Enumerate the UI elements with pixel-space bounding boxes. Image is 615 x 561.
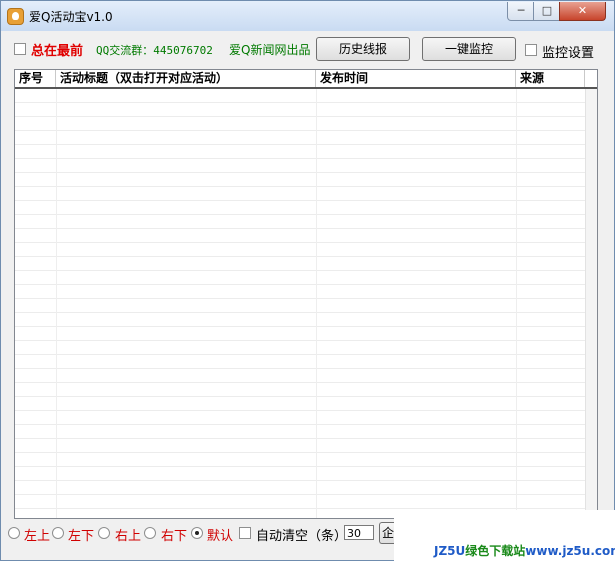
radio-bottom-left-label: 左下 <box>68 529 95 544</box>
column-divider <box>316 89 317 518</box>
column-header-title[interactable]: 活动标题（双击打开对应活动） <box>56 70 316 87</box>
title-bar[interactable]: 爱Q活动宝v1.0 ─ □ ✕ <box>1 1 614 31</box>
qq-group-label: QQ交流群：445076702 <box>96 44 213 57</box>
maximize-button[interactable]: □ <box>533 2 561 21</box>
watermark-prefix: JZ5U <box>434 544 466 558</box>
app-window: 爱Q活动宝v1.0 ─ □ ✕ 总在最前 QQ交流群：445076702 爱Q新… <box>0 0 615 561</box>
radio-top-right[interactable] <box>98 527 110 539</box>
column-divider <box>516 89 517 518</box>
watermark-text: JZ5U绿色下载站www.jz5u.com <box>434 542 615 559</box>
column-divider <box>56 89 57 518</box>
radio-bottom-left[interactable] <box>52 527 64 539</box>
app-logo-icon <box>7 8 24 25</box>
always-on-top-label: 总在最前 <box>31 44 84 59</box>
always-on-top-checkbox[interactable] <box>14 43 26 55</box>
one-click-monitor-button[interactable]: 一键监控 <box>422 37 516 61</box>
list-body[interactable] <box>15 89 585 518</box>
column-header-publish-time[interactable]: 发布时间 <box>316 70 516 87</box>
vertical-scrollbar[interactable] <box>585 89 597 518</box>
watermark-green-text: 绿色下载站 <box>465 544 526 558</box>
radio-bottom-right[interactable] <box>144 527 156 539</box>
column-header-index[interactable]: 序号 <box>15 70 56 87</box>
column-header-source[interactable]: 来源 <box>516 70 585 87</box>
list-header: 序号 活动标题（双击打开对应活动） 发布时间 来源 <box>15 70 597 89</box>
radio-top-left[interactable] <box>8 527 20 539</box>
auto-clear-checkbox[interactable] <box>239 527 251 539</box>
radio-bottom-right-label: 右下 <box>161 529 188 544</box>
watermark-url: www.jz5u.com <box>525 544 615 558</box>
credit-label: 爱Q新闻网出品 <box>229 43 311 57</box>
activity-list[interactable]: 序号 活动标题（双击打开对应活动） 发布时间 来源 <box>14 69 598 519</box>
radio-top-right-label: 右上 <box>115 529 142 544</box>
auto-clear-count-input[interactable]: 30 <box>344 525 374 540</box>
history-reports-button[interactable]: 历史线报 <box>316 37 410 61</box>
toolbar: 总在最前 QQ交流群：445076702 爱Q新闻网出品 历史线报 一键监控 监… <box>1 31 614 67</box>
monitor-settings-checkbox[interactable] <box>525 44 537 56</box>
auto-clear-label: 自动清空（条） <box>256 529 348 544</box>
radio-top-left-label: 左上 <box>24 529 51 544</box>
window-title: 爱Q活动宝v1.0 <box>29 10 113 24</box>
radio-default[interactable] <box>191 527 203 539</box>
monitor-settings-label: 监控设置 <box>542 46 595 61</box>
minimize-button[interactable]: ─ <box>507 2 535 21</box>
radio-default-label: 默认 <box>207 529 234 544</box>
close-button[interactable]: ✕ <box>559 2 606 21</box>
